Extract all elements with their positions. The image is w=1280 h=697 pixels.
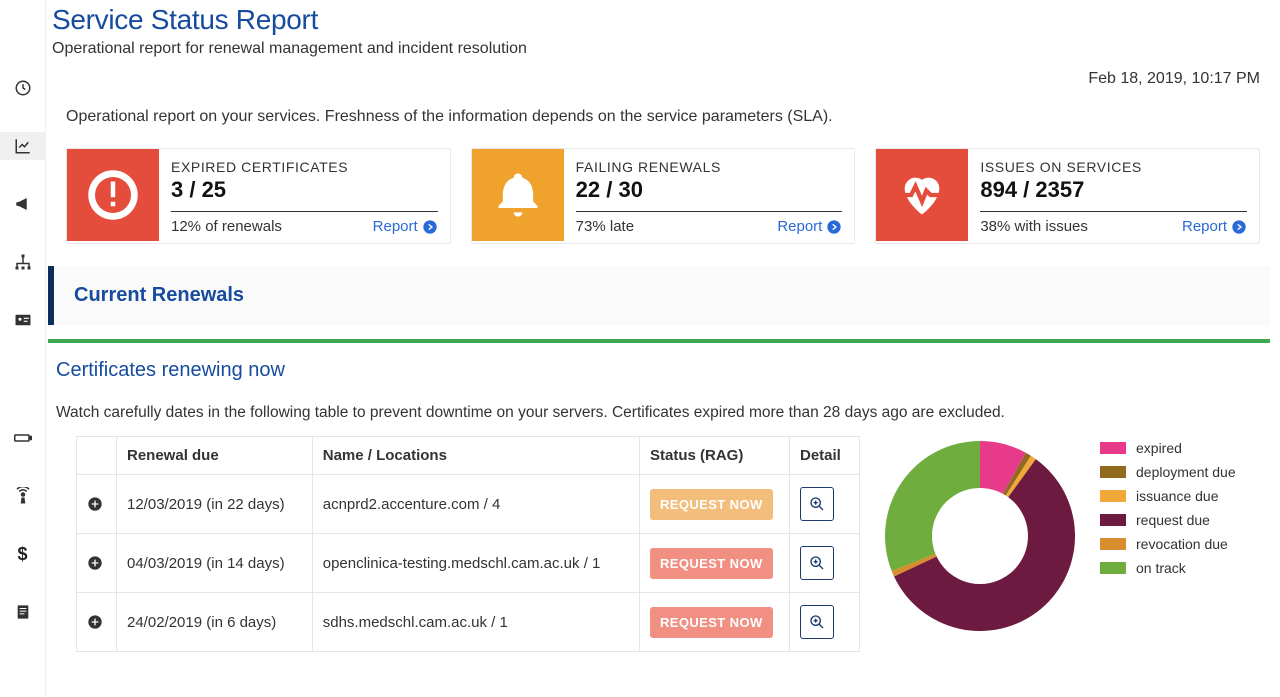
- legend-label: request due: [1136, 512, 1210, 528]
- cell-due: 12/03/2019 (in 22 days): [117, 475, 313, 534]
- cell-name: openclinica-testing.medschl.cam.ac.uk / …: [312, 534, 639, 593]
- page-title: Service Status Report: [52, 4, 1270, 36]
- intro-text: Operational report on your services. Fre…: [48, 108, 1270, 126]
- report-link[interactable]: Report: [373, 218, 438, 235]
- nav-docs[interactable]: [0, 598, 46, 626]
- legend-item[interactable]: deployment due: [1100, 464, 1236, 480]
- legend-item[interactable]: request due: [1100, 512, 1236, 528]
- report-link[interactable]: Report: [777, 218, 842, 235]
- report-timestamp: Feb 18, 2019, 10:17 PM: [48, 70, 1270, 88]
- report-link-label: Report: [373, 218, 418, 235]
- legend-item[interactable]: issuance due: [1100, 488, 1236, 504]
- card-failing-renewals: FAILING RENEWALS 22 / 30 73% late Report: [471, 148, 856, 244]
- legend-swatch: [1100, 514, 1126, 526]
- subsection-title: Certificates renewing now: [56, 359, 1270, 382]
- nav-refresh[interactable]: [0, 74, 46, 102]
- card-value: 3 / 25: [171, 177, 438, 203]
- col-detail: Detail: [790, 437, 860, 475]
- col-expand: [77, 437, 117, 475]
- nav-reports[interactable]: [0, 132, 46, 160]
- arrow-circle-right-icon: [1231, 219, 1247, 235]
- report-link-label: Report: [1182, 218, 1227, 235]
- heartbeat-icon: [876, 149, 968, 241]
- section-current-renewals: Current Renewals: [48, 266, 1270, 325]
- bell-icon: [472, 149, 564, 241]
- subsection-note: Watch carefully dates in the following t…: [56, 404, 1270, 422]
- green-divider: [48, 339, 1270, 343]
- request-now-button[interactable]: REQUEST NOW: [650, 489, 773, 520]
- nav-billing[interactable]: $: [0, 540, 46, 568]
- detail-button[interactable]: [800, 546, 834, 580]
- request-now-button[interactable]: REQUEST NOW: [650, 607, 773, 638]
- detail-button[interactable]: [800, 487, 834, 521]
- legend-swatch: [1100, 562, 1126, 574]
- section-title: Current Renewals: [74, 284, 1250, 307]
- status-donut-chart: expired deployment due issuance due request…: [880, 436, 1260, 636]
- card-value: 894 / 2357: [980, 177, 1247, 203]
- legend-item[interactable]: on track: [1100, 560, 1236, 576]
- expand-row-icon[interactable]: [87, 555, 106, 571]
- divider: [576, 211, 843, 212]
- legend-label: expired: [1136, 440, 1182, 456]
- legend-swatch: [1100, 442, 1126, 454]
- card-label: FAILING RENEWALS: [576, 159, 843, 175]
- expand-row-icon[interactable]: [87, 496, 106, 512]
- legend-label: deployment due: [1136, 464, 1236, 480]
- legend-item[interactable]: expired: [1100, 440, 1236, 456]
- legend-label: on track: [1136, 560, 1186, 576]
- divider: [171, 211, 438, 212]
- request-now-button[interactable]: REQUEST NOW: [650, 548, 773, 579]
- legend-label: issuance due: [1136, 488, 1219, 504]
- legend-item[interactable]: revocation due: [1100, 536, 1236, 552]
- card-value: 22 / 30: [576, 177, 843, 203]
- arrow-circle-right-icon: [422, 219, 438, 235]
- table-row: 24/02/2019 (in 6 days)sdhs.medschl.cam.a…: [77, 593, 860, 652]
- renewals-table: Renewal due Name / Locations Status (RAG…: [76, 436, 860, 652]
- card-percentage: 73% late: [576, 218, 634, 235]
- col-status: Status (RAG): [640, 437, 790, 475]
- divider: [980, 211, 1247, 212]
- nav-topology[interactable]: [0, 248, 46, 276]
- magnify-plus-icon: [809, 555, 825, 571]
- card-percentage: 38% with issues: [980, 218, 1088, 235]
- report-link[interactable]: Report: [1182, 218, 1247, 235]
- exclamation-icon: [67, 149, 159, 241]
- cell-name: acnprd2.accenture.com / 4: [312, 475, 639, 534]
- main-content: Service Status Report Operational report…: [46, 0, 1280, 697]
- card-label: ISSUES ON SERVICES: [980, 159, 1247, 175]
- sidebar-nav: $: [0, 0, 46, 697]
- card-label: EXPIRED CERTIFICATES: [171, 159, 438, 175]
- legend-swatch: [1100, 490, 1126, 502]
- arrow-circle-right-icon: [826, 219, 842, 235]
- cell-name: sdhs.medschl.cam.ac.uk / 1: [312, 593, 639, 652]
- legend-swatch: [1100, 538, 1126, 550]
- chart-legend: expired deployment due issuance due request…: [1100, 436, 1236, 636]
- report-link-label: Report: [777, 218, 822, 235]
- col-renewal-due: Renewal due: [117, 437, 313, 475]
- magnify-plus-icon: [809, 496, 825, 512]
- card-issues: ISSUES ON SERVICES 894 / 2357 38% with i…: [875, 148, 1260, 244]
- col-name-locations: Name / Locations: [312, 437, 639, 475]
- page-subtitle: Operational report for renewal managemen…: [52, 40, 1270, 58]
- legend-label: revocation due: [1136, 536, 1228, 552]
- magnify-plus-icon: [809, 614, 825, 630]
- card-percentage: 12% of renewals: [171, 218, 282, 235]
- nav-announce[interactable]: [0, 190, 46, 218]
- table-row: 04/03/2019 (in 14 days)openclinica-testi…: [77, 534, 860, 593]
- cell-due: 24/02/2019 (in 6 days): [117, 593, 313, 652]
- card-expired-certificates: EXPIRED CERTIFICATES 3 / 25 12% of renew…: [66, 148, 451, 244]
- summary-cards: EXPIRED CERTIFICATES 3 / 25 12% of renew…: [48, 148, 1270, 244]
- cell-due: 04/03/2019 (in 14 days): [117, 534, 313, 593]
- table-row: 12/03/2019 (in 22 days)acnprd2.accenture…: [77, 475, 860, 534]
- nav-id-card[interactable]: [0, 306, 46, 334]
- nav-podcast[interactable]: [0, 482, 46, 510]
- detail-button[interactable]: [800, 605, 834, 639]
- expand-row-icon[interactable]: [87, 614, 106, 630]
- nav-battery[interactable]: [0, 424, 46, 452]
- legend-swatch: [1100, 466, 1126, 478]
